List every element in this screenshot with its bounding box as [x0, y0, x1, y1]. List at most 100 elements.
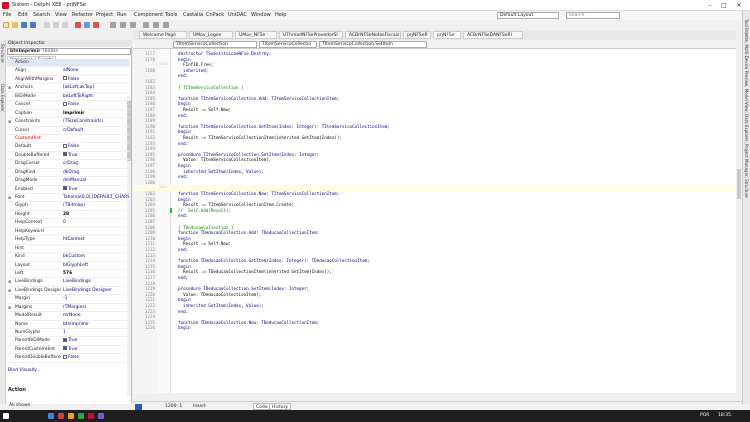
language-indicator[interactable]: POR [700, 413, 709, 418]
expand-icon[interactable]: ⊞ [8, 304, 11, 312]
tab-history[interactable]: History [269, 403, 292, 410]
property-row[interactable]: BiDiMode bdLeftToRight [7, 93, 129, 102]
property-value[interactable]: True [63, 152, 129, 160]
property-checkbox[interactable] [63, 186, 67, 191]
remove-file-icon[interactable] [62, 22, 68, 28]
taskbar-app-3-icon[interactable] [68, 413, 74, 419]
property-row[interactable]: ⊞ Margins (TMargins) [7, 304, 129, 313]
class-combo-2[interactable]: TItemServicoCollectio [259, 41, 317, 48]
taskbar-delphi-icon[interactable] [88, 413, 94, 419]
property-row[interactable]: DragKind dkDrag [7, 169, 129, 178]
view-icon[interactable] [163, 22, 169, 28]
property-row[interactable]: AlignWithMargins False [7, 76, 129, 85]
menu-help[interactable]: Help [275, 12, 286, 18]
property-value[interactable]: blGlyphLeft [63, 262, 129, 270]
property-value[interactable]: LiveBindings Designer [63, 287, 129, 295]
property-checkbox[interactable] [63, 76, 67, 81]
tab-welcome-page[interactable]: Welcome Page [139, 31, 187, 39]
menu-castalia[interactable]: Castalia [183, 12, 203, 18]
property-checkbox[interactable] [63, 346, 67, 351]
menu-cnpack[interactable]: CnPack [206, 12, 224, 18]
property-row[interactable]: Left 576 [7, 270, 129, 279]
code-editor[interactable]: 1177 destructor TSubstituicaoNFse.Destro… [133, 49, 736, 393]
component-selector[interactable]: btnImprimir TBitBtn [7, 48, 131, 55]
property-value[interactable]: dmManual [63, 177, 129, 185]
property-value[interactable]: False [63, 101, 129, 109]
open-icon[interactable] [12, 22, 18, 28]
redo-icon[interactable] [84, 22, 90, 28]
property-row[interactable]: HelpType htContext [7, 236, 129, 245]
menu-tools[interactable]: Tools [165, 12, 177, 18]
property-row[interactable]: HelpContext 0 [7, 219, 129, 228]
property-row[interactable]: NumGlyphs 1 [7, 329, 129, 338]
save-all-icon[interactable] [30, 22, 36, 28]
clock[interactable]: 18:35 [718, 413, 731, 418]
tab-umov-nfse[interactable]: UMov_NFSe [235, 31, 277, 39]
property-value[interactable]: 0 [63, 219, 129, 227]
property-value[interactable]: 28 [63, 211, 129, 219]
tab-code[interactable]: Code [253, 403, 271, 410]
structure-dock-tab[interactable]: Structure [0, 44, 5, 63]
data-explorer-dock-tab[interactable]: Data Explorer [0, 84, 5, 111]
save-icon[interactable] [21, 22, 27, 28]
property-row[interactable]: Layout blGlyphLeft [7, 262, 129, 270]
grid-icon[interactable] [143, 22, 149, 28]
property-checkbox[interactable] [63, 152, 67, 157]
property-row[interactable]: ModalResult mrNone [7, 312, 129, 321]
property-value[interactable]: (TMargins) [63, 304, 129, 312]
property-row[interactable]: Align alNone [7, 67, 129, 76]
property-row[interactable]: ⊞ Anchors [akLeft,akTop] [7, 84, 129, 93]
property-value[interactable]: [akLeft,akTop] [63, 84, 129, 92]
property-value[interactable]: htContext [63, 236, 129, 244]
property-row[interactable]: Margin -1 [7, 295, 129, 304]
property-value[interactable]: 1 [63, 329, 129, 337]
property-value[interactable]: True [63, 346, 129, 354]
property-value[interactable]: bdLeftToRight [63, 93, 129, 101]
property-value[interactable]: Imprimir [63, 110, 129, 118]
property-value[interactable]: 576 [63, 270, 129, 278]
expand-icon[interactable]: ⊞ [8, 84, 11, 92]
property-value[interactable]: crDefault [63, 127, 129, 135]
add-file-icon[interactable] [53, 22, 59, 28]
menu-edit[interactable]: Edit [18, 12, 28, 18]
taskbar-app-4-icon[interactable] [78, 413, 84, 419]
property-checkbox[interactable] [63, 337, 67, 342]
expand-icon[interactable]: ⊞ [8, 118, 11, 126]
windows-start-icon[interactable] [3, 413, 9, 419]
property-value[interactable]: (TBitmap) [63, 202, 129, 210]
property-row[interactable]: Name btnImprimir [7, 321, 129, 329]
property-row[interactable]: ⊞ Font Tahoma(0,0),[DEFAULT_CHARSET] [7, 194, 129, 203]
property-value[interactable]: False [63, 354, 129, 362]
layout-combo[interactable]: Default Layout [497, 12, 559, 19]
property-value[interactable]: btnImprimir [63, 321, 129, 329]
property-row[interactable]: Hint [7, 245, 129, 254]
menu-run[interactable]: Run [117, 12, 127, 18]
class-combo[interactable]: TItemServicoCollection [173, 41, 257, 48]
menu-view[interactable]: View [55, 12, 67, 18]
tab-prjnfse[interactable]: prjNFSe [433, 31, 461, 39]
help-icon[interactable] [130, 22, 136, 28]
right-dock-tabs[interactable]: Tool Palette, Multi-Device Preview, Mode… [744, 19, 749, 198]
menu-refactor[interactable]: Refactor [72, 12, 93, 18]
property-value[interactable]: True [63, 186, 129, 194]
property-row[interactable]: HelpKeyword [7, 228, 129, 237]
menu-file[interactable]: File [3, 12, 11, 18]
property-value[interactable]: dkDrag [63, 169, 129, 177]
property-row[interactable]: Glyph (TBitmap) [7, 202, 129, 211]
property-value[interactable]: False [63, 76, 129, 84]
menu-unidac[interactable]: UniDAC [228, 12, 247, 18]
options-icon[interactable] [110, 22, 116, 28]
close-button[interactable]: ✕ [732, 1, 746, 10]
property-row[interactable]: ⊞ LiveBindings LiveBindings [7, 278, 129, 287]
property-row[interactable]: ParentDoubleBuffered False [7, 354, 129, 363]
property-value[interactable]: False [63, 143, 129, 151]
property-value[interactable]: -1 [63, 295, 129, 303]
undo-icon[interactable] [75, 22, 81, 28]
property-row[interactable]: DragMode dmManual [7, 177, 129, 186]
menu-project[interactable]: Project [96, 12, 113, 18]
expand-icon[interactable]: ⊞ [8, 278, 11, 286]
property-row[interactable]: Enabled True [7, 186, 129, 194]
method-combo[interactable]: TItemServicoCollection.SetItem [319, 41, 427, 48]
property-row[interactable]: Kind bkCustom [7, 253, 129, 262]
property-row[interactable]: Cursor crDefault [7, 127, 129, 135]
